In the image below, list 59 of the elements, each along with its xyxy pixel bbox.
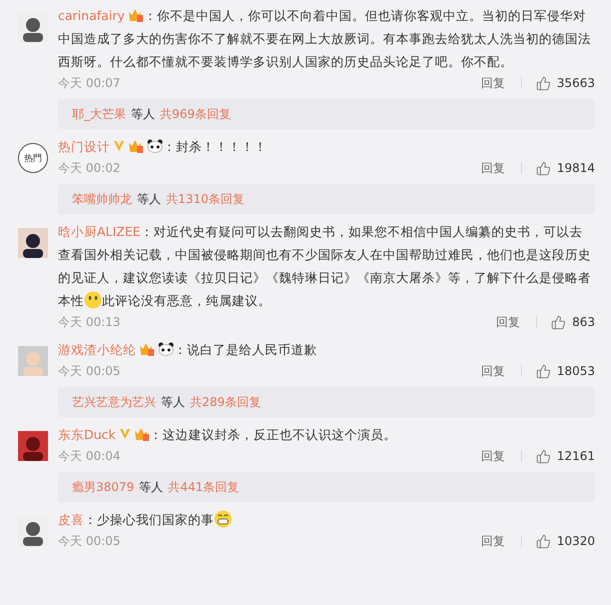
replies-suffix: 等人 [139, 478, 164, 496]
replies-suffix: 等人 [131, 106, 155, 122]
reply-user-link[interactable]: 瘾男38079 [72, 478, 134, 496]
thumbs-up-icon [536, 448, 551, 464]
thumbs-up-icon [536, 364, 551, 378]
reply-link[interactable]: 回复 [480, 532, 505, 550]
crown-icon [128, 8, 144, 22]
reply-user-link[interactable]: 笨嘴帅帅龙 [72, 190, 132, 208]
crown-icon [128, 139, 144, 153]
smile-emoji-icon [84, 291, 102, 309]
replies-suffix: 等人 [137, 190, 161, 208]
comment-time: 今天 00:05 [58, 362, 122, 380]
crown-icon [139, 342, 155, 356]
like-button[interactable]: 12161 [536, 448, 595, 464]
reply-user-link[interactable]: 耶_大芒果 [72, 106, 126, 122]
comment-time: 今天 00:07 [58, 74, 122, 92]
comment-text: 皮喜：少操心我们国家的事 [58, 508, 595, 531]
like-button[interactable]: 18053 [536, 364, 595, 378]
comment-text: 东东Duck ：这边建议封杀，反正也不认识这个演员。 [58, 426, 398, 444]
user-name[interactable]: 东东Duck [58, 427, 116, 442]
like-button[interactable]: 10320 [536, 534, 595, 548]
thumbs-up-icon [536, 534, 551, 548]
reply-user-link[interactable]: 艺兴艺意为艺兴 [72, 394, 156, 410]
like-button[interactable]: 35663 [536, 76, 595, 90]
thumbs-up-icon [551, 314, 566, 330]
comment-text: 热门设计 ：封杀！！！！！ [58, 138, 268, 156]
reply-link[interactable]: 回复 [480, 362, 505, 380]
comment-time: 今天 00:04 [58, 448, 122, 464]
replies-count-link[interactable]: 共441条回复 [168, 478, 240, 496]
verified-icon [118, 428, 131, 440]
reply-link[interactable]: 回复 [480, 74, 505, 92]
comment-time: 今天 00:05 [58, 532, 122, 550]
comment-time: 今天 00:13 [58, 314, 122, 330]
user-name[interactable]: 晗小厨ALIZEE [58, 224, 141, 239]
comment-text: 游戏渣小纶纶 ：说白了是给人民币道歉 [58, 341, 318, 359]
verified-icon [113, 140, 125, 152]
comment-text: carinafairy ：你不是中国人，你可以不向着中国。但也请你客观中立。当初的日军侵华对中国造成了多大的伤害你不了解就不要在网上大放厥词。有本事跑去给犹太人洗当初的德国法西斯呀。什么都不懂就不要装博学多识别人国家的历史品头论足了吧。你不配。 [58, 7, 592, 71]
replies-count-link[interactable]: 共969条回复 [160, 106, 231, 122]
like-button[interactable]: 19814 [536, 160, 595, 176]
crown-icon [134, 427, 150, 441]
user-name[interactable]: 热门设计 [58, 139, 110, 154]
reply-link[interactable]: 回复 [480, 448, 505, 464]
replies-suffix: 等人 [161, 394, 185, 410]
grin-emoji-icon [214, 510, 232, 528]
thumbs-up-icon [536, 76, 551, 90]
user-name[interactable]: carinafairy [58, 8, 125, 23]
reply-link[interactable]: 回复 [480, 160, 505, 176]
comment-text: 晗小厨ALIZEE：对近代史有疑问可以去翻阅史书，如果您不相信中国人编纂的史书，可以去查看国外相关记载，中国被侵略期间也有不少国际友人在中国帮助过难民，他们也是这段历史的见证人，建议您读读《拉贝日记》《魏特琳日记》《南京大屠杀》等，了解下什么是侵略者本性 此评论没有恶意，纯属建议。 [58, 223, 592, 311]
replies-count-link[interactable]: 共1310条回复 [166, 190, 245, 208]
reply-link[interactable]: 回复 [496, 314, 520, 330]
like-button[interactable]: 863 [551, 314, 595, 330]
user-name[interactable]: 皮喜 [58, 512, 84, 527]
comment-time: 今天 00:02 [58, 160, 122, 176]
replies-count-link[interactable]: 共289条回复 [190, 394, 261, 410]
avatar-logo[interactable]: 热門 [18, 143, 48, 173]
user-name[interactable]: 游戏渣小纶纶 [58, 342, 136, 357]
thumbs-up-icon [536, 160, 551, 176]
panda-icon [147, 139, 163, 153]
panda-icon [158, 342, 174, 356]
